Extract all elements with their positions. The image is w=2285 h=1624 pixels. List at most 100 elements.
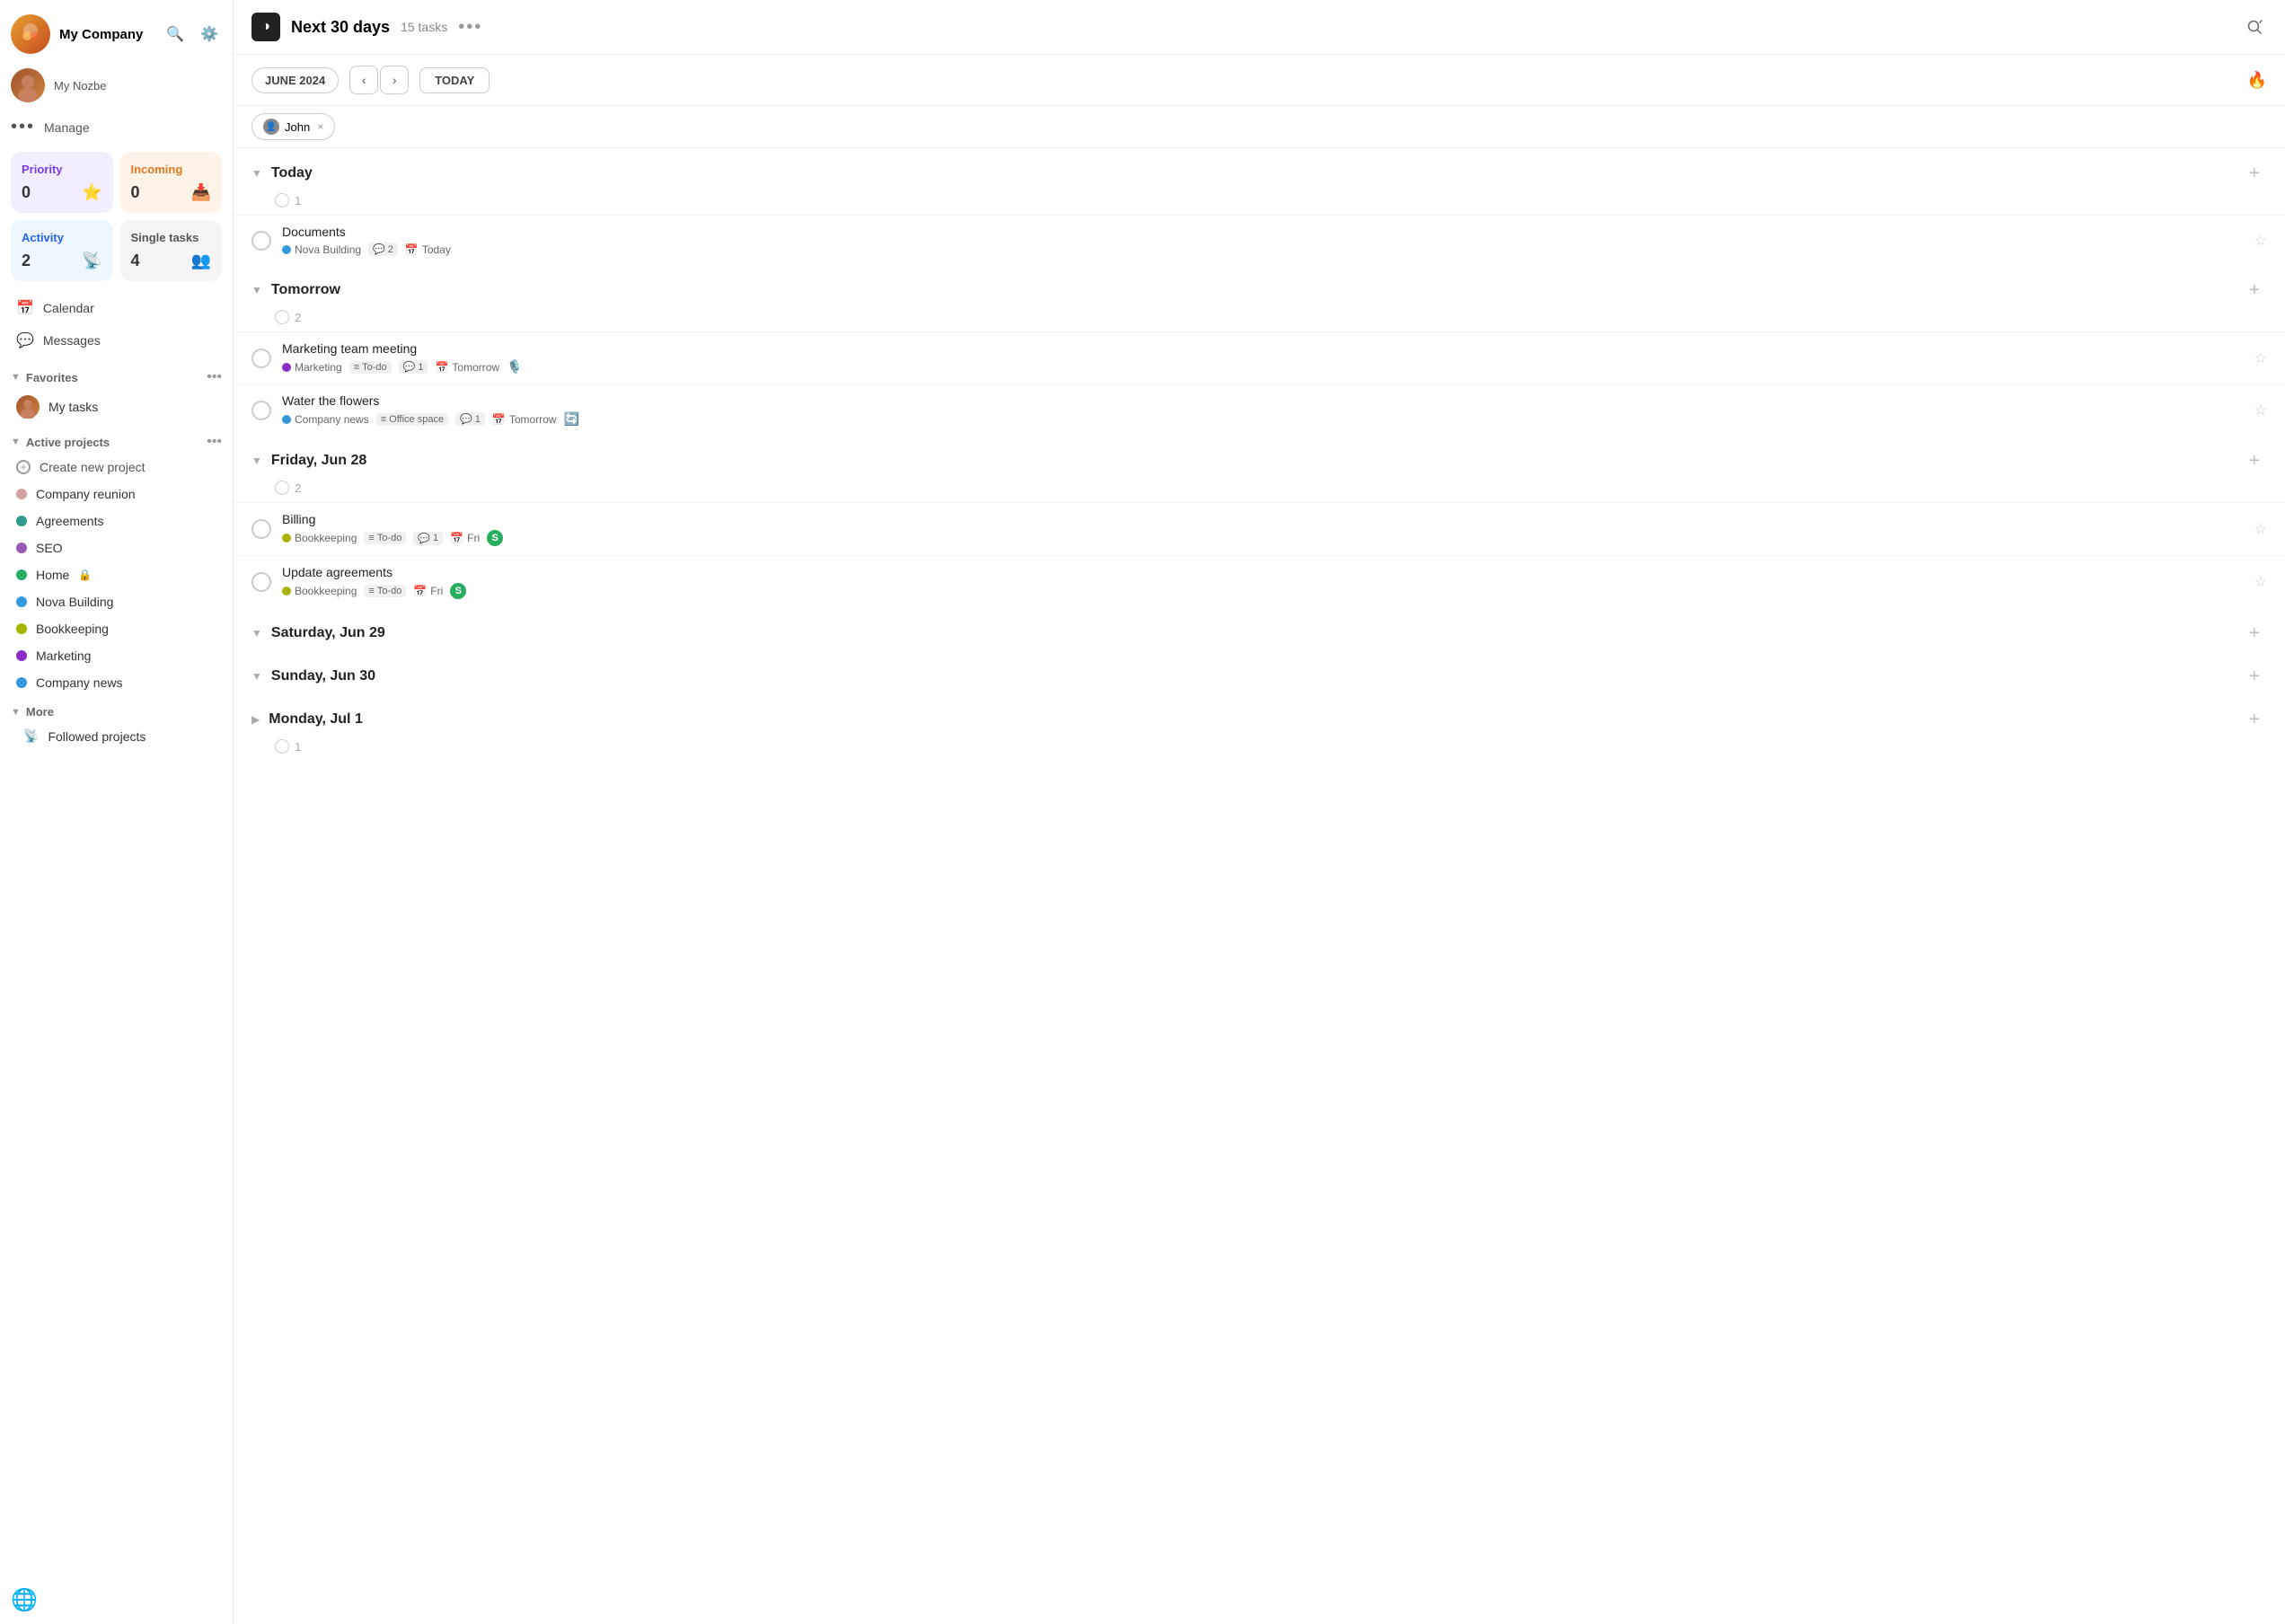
active-projects-section: ▼ Active projects ••• bbox=[0, 425, 233, 454]
search-button[interactable]: 🔍 bbox=[163, 22, 188, 47]
update-agreements-star[interactable]: ☆ bbox=[2254, 573, 2267, 591]
more-list: 📡 Followed projects bbox=[0, 722, 233, 750]
topbar-search-button[interactable] bbox=[2242, 14, 2267, 40]
marketing-meeting-project: Marketing bbox=[282, 361, 342, 374]
water-flowers-checkbox[interactable] bbox=[251, 401, 271, 420]
project-list: + Create new project Company reunion Agr… bbox=[0, 454, 233, 696]
task-billing[interactable]: Billing Bookkeeping ≡ To-do 💬 1 bbox=[234, 502, 2285, 555]
more-chevron[interactable]: ▼ bbox=[11, 707, 21, 718]
activity-card[interactable]: Activity 2 📡 bbox=[11, 220, 113, 281]
priority-count: 0 bbox=[22, 183, 31, 202]
globe-icon[interactable]: 🌐 bbox=[11, 1588, 38, 1612]
sidebar-item-calendar[interactable]: 📅 Calendar bbox=[7, 292, 225, 324]
billing-checkbox[interactable] bbox=[251, 519, 271, 539]
task-documents[interactable]: Documents Nova Building 💬 2 📅 Today bbox=[234, 215, 2285, 265]
section-monday: ▶ Monday, Jul 1 + 1 bbox=[234, 694, 2285, 761]
single-tasks-bottom: 4 👥 bbox=[131, 252, 212, 270]
task-update-agreements[interactable]: Update agreements Bookkeeping ≡ To-do 📅 bbox=[234, 555, 2285, 608]
single-tasks-card[interactable]: Single tasks 4 👥 bbox=[120, 220, 223, 281]
section-today: ▼ Today + 1 Documents Nova Building bbox=[234, 148, 2285, 265]
tomorrow-toggle[interactable]: ▼ bbox=[251, 284, 262, 296]
task-water-flowers[interactable]: Water the flowers Company news ≡ Office … bbox=[234, 384, 2285, 436]
monday-count-circle bbox=[275, 739, 289, 754]
sidebar-user[interactable]: My Nozbe bbox=[0, 61, 233, 110]
sidebar-nav: 📅 Calendar 💬 Messages bbox=[0, 288, 233, 360]
manage-item[interactable]: ••• Manage bbox=[0, 110, 233, 145]
water-flowers-due: 📅 Tomorrow bbox=[492, 413, 557, 426]
update-agreements-checkbox[interactable] bbox=[251, 572, 271, 592]
sidebar-item-bookkeeping[interactable]: Bookkeeping bbox=[7, 615, 225, 642]
active-projects-chevron[interactable]: ▼ bbox=[11, 437, 21, 447]
saturday-add-button[interactable]: + bbox=[2242, 621, 2267, 646]
friday-toggle[interactable]: ▼ bbox=[251, 455, 262, 467]
my-tasks-item[interactable]: My tasks bbox=[7, 389, 225, 425]
saturday-toggle[interactable]: ▼ bbox=[251, 627, 262, 640]
today-add-button[interactable]: + bbox=[2242, 161, 2267, 186]
sidebar-item-messages[interactable]: 💬 Messages bbox=[7, 324, 225, 357]
section-tomorrow: ▼ Tomorrow + 2 Marketing team meeting Ma… bbox=[234, 265, 2285, 436]
priority-bottom: 0 ⭐ bbox=[22, 183, 102, 202]
documents-star[interactable]: ☆ bbox=[2254, 232, 2267, 250]
create-project-item[interactable]: + Create new project bbox=[7, 454, 225, 481]
priority-card[interactable]: Priority 0 ⭐ bbox=[11, 152, 113, 213]
fire-icon[interactable]: 🔥 bbox=[2247, 71, 2267, 90]
tag-close-icon[interactable]: × bbox=[317, 120, 323, 133]
sunday-add-button[interactable]: + bbox=[2242, 664, 2267, 689]
followed-icon: 📡 bbox=[23, 728, 39, 744]
agreements-label: Agreements bbox=[36, 514, 103, 528]
topbar-more-button[interactable]: ••• bbox=[458, 17, 482, 38]
today-button[interactable]: TODAY bbox=[419, 67, 490, 93]
company-reunion-dot bbox=[16, 489, 27, 499]
tomorrow-label: Tomorrow bbox=[271, 282, 2233, 298]
marketing-meeting-title: Marketing team meeting bbox=[282, 341, 2244, 356]
followed-projects-item[interactable]: 📡 Followed projects bbox=[7, 722, 225, 750]
next-button[interactable]: › bbox=[380, 66, 409, 94]
sidebar-item-home[interactable]: Home 🔒 bbox=[7, 561, 225, 588]
sidebar-item-marketing[interactable]: Marketing bbox=[7, 642, 225, 669]
marketing-meeting-checkbox[interactable] bbox=[251, 349, 271, 368]
task-documents-checkbox[interactable] bbox=[251, 231, 271, 251]
more-header[interactable]: ▼ More bbox=[11, 705, 222, 719]
water-flowers-meta: Company news ≡ Office space 💬 1 📅 To bbox=[282, 411, 2244, 427]
documents-project-dot bbox=[282, 245, 291, 254]
water-flowers-star[interactable]: ☆ bbox=[2254, 402, 2267, 419]
sidebar-item-agreements[interactable]: Agreements bbox=[7, 508, 225, 534]
my-tasks-label: My tasks bbox=[49, 400, 98, 414]
billing-star[interactable]: ☆ bbox=[2254, 520, 2267, 538]
user-filter-tag[interactable]: 👤 John × bbox=[251, 113, 335, 140]
monday-toggle[interactable]: ▶ bbox=[251, 713, 260, 726]
my-tasks-avatar bbox=[16, 395, 40, 419]
sidebar-item-seo[interactable]: SEO bbox=[7, 534, 225, 561]
favorites-chevron[interactable]: ▼ bbox=[11, 372, 21, 383]
favorites-more-button[interactable]: ••• bbox=[207, 369, 222, 385]
monday-add-button[interactable]: + bbox=[2242, 707, 2267, 732]
tomorrow-add-button[interactable]: + bbox=[2242, 278, 2267, 303]
company-news-dot bbox=[16, 677, 27, 688]
today-toggle[interactable]: ▼ bbox=[251, 167, 262, 180]
sidebar-item-nova-building[interactable]: Nova Building bbox=[7, 588, 225, 615]
billing-due: 📅 Fri bbox=[450, 532, 480, 544]
nav-arrows: ‹ › bbox=[349, 66, 409, 94]
user-tag-avatar: 👤 bbox=[263, 119, 279, 135]
tomorrow-count: 2 bbox=[234, 308, 2285, 331]
incoming-card[interactable]: Incoming 0 📥 bbox=[120, 152, 223, 213]
friday-add-button[interactable]: + bbox=[2242, 448, 2267, 473]
incoming-bottom: 0 📥 bbox=[131, 183, 212, 202]
sidebar-item-company-reunion[interactable]: Company reunion bbox=[7, 481, 225, 508]
sunday-toggle[interactable]: ▼ bbox=[251, 670, 262, 683]
task-marketing-meeting[interactable]: Marketing team meeting Marketing ≡ To-do… bbox=[234, 331, 2285, 384]
prev-button[interactable]: ‹ bbox=[349, 66, 378, 94]
sidebar-item-company-news[interactable]: Company news bbox=[7, 669, 225, 696]
marketing-meeting-star[interactable]: ☆ bbox=[2254, 349, 2267, 367]
settings-button[interactable]: ⚙️ bbox=[197, 22, 222, 47]
task-list: ▼ Today + 1 Documents Nova Building bbox=[234, 148, 2285, 1624]
date-filter-button[interactable]: JUNE 2024 bbox=[251, 67, 339, 93]
followed-label: Followed projects bbox=[48, 729, 146, 744]
update-agreements-user-badge: S bbox=[450, 583, 466, 599]
active-projects-more-button[interactable]: ••• bbox=[207, 434, 222, 450]
seo-label: SEO bbox=[36, 541, 63, 555]
bookkeeping-dot bbox=[16, 623, 27, 634]
comment-icon: 💬 bbox=[373, 243, 385, 255]
company-logo[interactable] bbox=[11, 14, 50, 54]
priority-label: Priority bbox=[22, 163, 102, 176]
